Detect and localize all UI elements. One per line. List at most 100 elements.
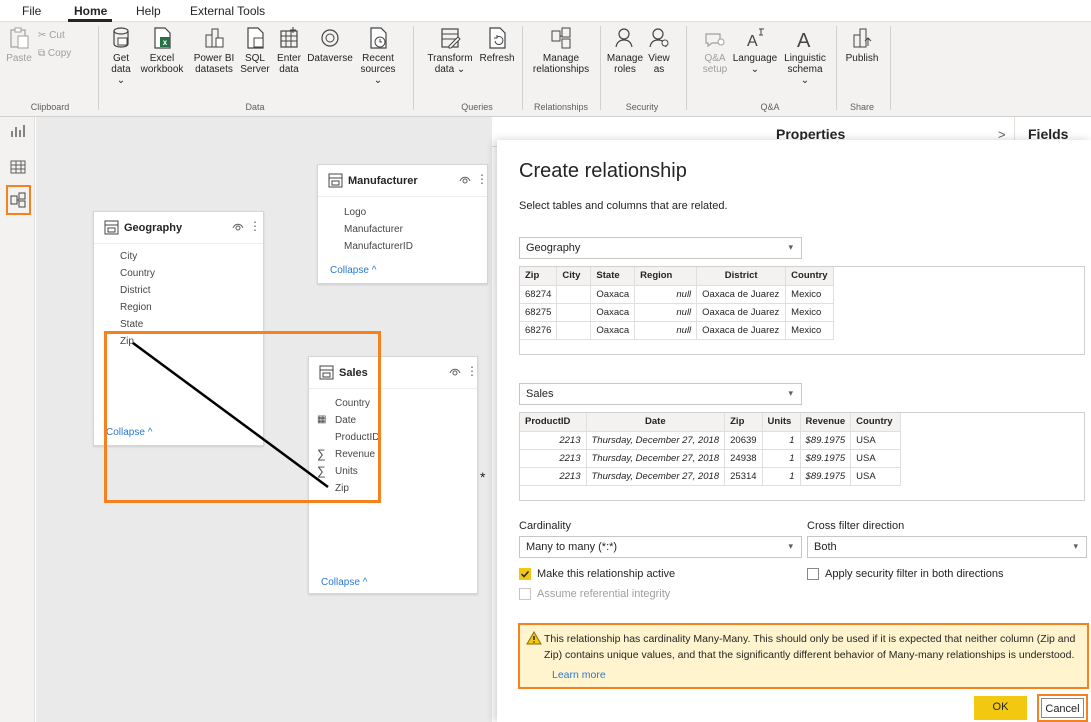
sql-server-button[interactable]: SQL Server [240, 26, 270, 75]
separator [836, 26, 837, 110]
model-canvas[interactable]: Manufacturer ⋮ Logo Manufacturer Manufac… [36, 117, 492, 722]
manage-relationships-button[interactable]: Manage relationships [528, 26, 594, 75]
make-active-checkbox[interactable] [519, 568, 531, 580]
column-header[interactable]: Revenue [800, 413, 852, 432]
security-filter-checkbox[interactable] [807, 568, 819, 580]
get-data-button[interactable]: Get data ⌄ [106, 26, 136, 86]
checkmark-icon [520, 570, 530, 578]
table-row: 68275 Oaxaca null Oaxaca de Juarez Mexico [520, 303, 834, 322]
table-icon [280, 27, 298, 48]
excel-icon: x [154, 27, 171, 49]
menu-bar: File Home Help External Tools [0, 0, 1091, 22]
svg-text:A: A [797, 30, 811, 50]
separator [890, 26, 891, 110]
table-row: 2213 Thursday, December 27, 2018 25314 1 $89… [520, 467, 902, 486]
chevron-down-icon: ▾ [788, 388, 793, 398]
transform-data-button[interactable]: Transform data ⌄ [424, 26, 476, 75]
learn-more-link[interactable]: Learn more [552, 669, 606, 681]
publish-icon [853, 28, 872, 48]
security-filter-label: Apply security filter in both directions [825, 568, 1004, 580]
group-label-clipboard: Clipboard [30, 102, 70, 112]
column-header[interactable]: Country [785, 267, 834, 286]
ribbon: Paste ✂ Cut ⧉ Copy Clipboard Get data ⌄ x… [0, 22, 1091, 117]
copy-icon: ⧉ [38, 48, 46, 59]
dialog-subtitle: Select tables and columns that are relat… [519, 200, 728, 212]
chevron-down-icon: ▾ [1073, 541, 1078, 551]
create-relationship-dialog: Create relationship Select tables and co… [497, 140, 1091, 722]
chevron-down-icon: ▾ [788, 541, 793, 551]
warning-icon [526, 631, 542, 645]
recent-sources-button[interactable]: Recent sources ⌄ [356, 26, 400, 86]
menu-external-tools[interactable]: External Tools [190, 4, 265, 18]
powerbi-datasets-button[interactable]: Power BI datasets [192, 26, 236, 75]
qa-setup-icon [705, 33, 725, 48]
warning-text: This relationship has cardinality Many-M… [544, 633, 1076, 661]
referential-integrity-label: Assume referential integrity [537, 588, 671, 600]
table1-select[interactable]: Geography ▾ [519, 237, 802, 259]
column-header-zip[interactable]: Zip [724, 413, 763, 432]
column-header-zip[interactable]: Zip [520, 267, 558, 286]
group-label-share: Share [849, 102, 875, 112]
table1-preview[interactable]: Zip City State Region District Country 6… [519, 266, 1085, 355]
manage-roles-button[interactable]: Manage roles [606, 26, 644, 75]
dataverse-button[interactable]: Dataverse [307, 26, 353, 64]
table2-preview[interactable]: ProductID Date Zip Units Revenue Country… [519, 412, 1085, 501]
column-header[interactable]: Region [634, 267, 698, 286]
copy-button[interactable]: ⧉ Copy [38, 48, 71, 59]
transform-data-icon [441, 28, 461, 49]
view-as-button[interactable]: View as [644, 26, 674, 75]
referential-integrity-checkbox[interactable] [519, 588, 531, 600]
language-button[interactable]: A Language ⌄ [732, 26, 778, 75]
refresh-icon [489, 27, 506, 49]
separator [686, 26, 687, 110]
enter-data-button[interactable]: Enter data [274, 26, 304, 75]
cross-filter-select[interactable]: Both ▾ [807, 536, 1087, 558]
svg-text:x: x [163, 38, 168, 47]
group-label-queries: Queries [461, 102, 493, 112]
menu-home[interactable]: Home [74, 4, 107, 18]
cardinality-label: Cardinality [519, 520, 571, 532]
cross-filter-label: Cross filter direction [807, 520, 905, 532]
powerbi-dataset-icon [205, 28, 224, 48]
view-rail [0, 117, 35, 722]
column-header[interactable]: Date [586, 413, 726, 432]
chevron-down-icon: ▾ [788, 242, 793, 252]
table-row: 68274 Oaxaca null Oaxaca de Juarez Mexico [520, 285, 834, 304]
cardinality-select[interactable]: Many to many (*:*) ▾ [519, 536, 802, 558]
group-label-security: Security [625, 102, 659, 112]
column-header[interactable]: Country [850, 413, 902, 432]
qa-setup-button[interactable]: Q&A setup [700, 26, 730, 75]
refresh-button[interactable]: Refresh [478, 26, 516, 64]
sql-server-icon [247, 27, 264, 49]
model-view-icon[interactable] [10, 192, 26, 208]
linguistic-schema-button[interactable]: A Linguistic schema ⌄ [782, 26, 828, 86]
menu-file[interactable]: File [22, 4, 41, 18]
table2-select[interactable]: Sales ▾ [519, 383, 802, 405]
separator [600, 26, 601, 110]
manage-roles-icon [615, 28, 633, 48]
data-view-icon[interactable] [10, 159, 26, 175]
paste-button[interactable]: Paste [6, 26, 32, 64]
column-header[interactable]: District [696, 267, 787, 286]
table-row: 2213 Thursday, December 27, 2018 24938 1 $89… [520, 449, 902, 468]
scissors-icon: ✂ [38, 30, 47, 41]
report-view-icon[interactable] [10, 123, 26, 139]
column-header[interactable]: ProductID [520, 413, 587, 432]
menu-help[interactable]: Help [136, 4, 161, 18]
cut-button[interactable]: ✂ Cut [38, 30, 65, 41]
make-active-label: Make this relationship active [537, 568, 676, 580]
dataverse-icon [321, 29, 339, 47]
excel-workbook-button[interactable]: x Excel workbook [140, 26, 184, 75]
column-header[interactable]: City [556, 267, 592, 286]
recent-sources-icon [370, 27, 387, 49]
publish-button[interactable]: Publish [844, 26, 880, 64]
ok-button[interactable]: OK [974, 696, 1027, 720]
column-header[interactable]: State [590, 267, 636, 286]
cancel-button[interactable]: Cancel [1041, 698, 1084, 718]
relationship-highlight-box [104, 331, 381, 503]
dialog-title: Create relationship [519, 160, 687, 182]
relationships-icon [551, 27, 571, 49]
group-label-qa: Q&A [760, 102, 780, 112]
column-header[interactable]: Units [762, 413, 801, 432]
svg-text:A: A [747, 33, 758, 50]
